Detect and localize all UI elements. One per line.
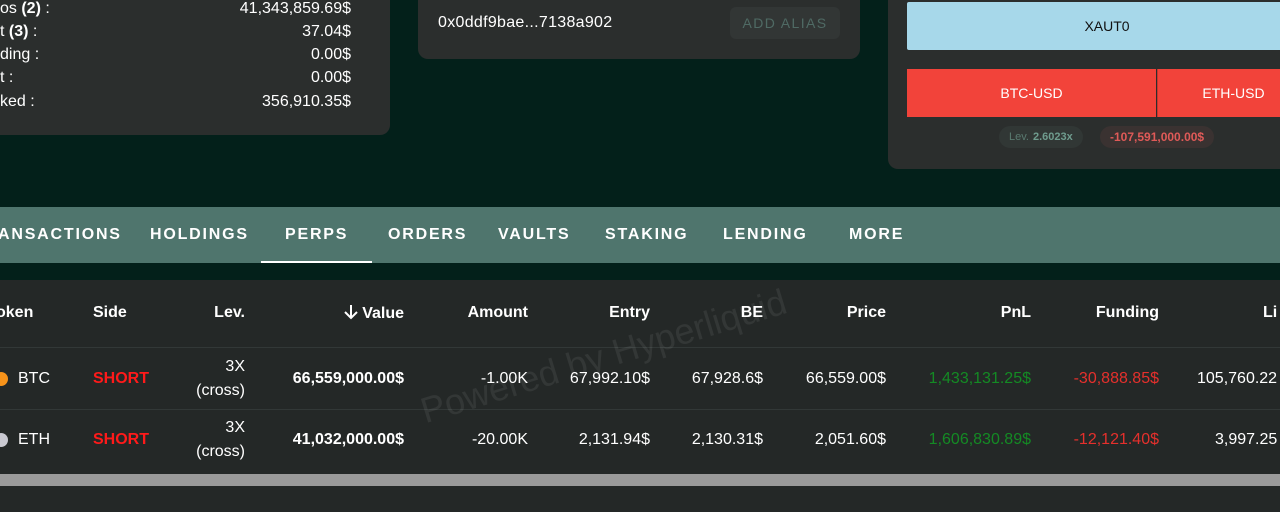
leverage-multiplier: 3X: [225, 358, 245, 375]
summary-value: 0.00$: [310, 69, 351, 86]
summary-row: ked : 356,910.35$: [0, 93, 351, 117]
tab-staking[interactable]: STAKING: [605, 207, 688, 263]
page: os (2) : 41,343,859.69$ t (3) : 37.04$ d…: [0, 0, 1280, 512]
summary-row: t : 0.00$: [0, 69, 351, 93]
leverage-multiplier: 3X: [225, 419, 245, 436]
eth-usd-button[interactable]: ETH-USD: [1157, 69, 1280, 117]
summary-value: 37.04$: [302, 23, 351, 40]
eth-icon: [0, 433, 8, 447]
tab-holdings[interactable]: HOLDINGS: [150, 207, 249, 263]
pnl-value: 1,606,830.89$: [928, 431, 1031, 448]
summary-label: t :: [0, 69, 14, 86]
header-liquidation[interactable]: Li: [1263, 304, 1277, 322]
market-panel: XAUT0 BTC-USD ETH-USD Lev. 2.6023x -107,…: [888, 0, 1280, 169]
liquidation-price: 105,760.22: [1197, 370, 1278, 387]
add-alias-button[interactable]: ADD ALIAS: [730, 7, 840, 39]
summary-label: ding :: [0, 46, 40, 63]
tab-more[interactable]: MORE: [849, 207, 904, 263]
horizontal-scrollbar[interactable]: [0, 474, 1280, 486]
summary-label: ked :: [0, 93, 35, 110]
summary-value: 356,910.35$: [262, 93, 351, 110]
pnl-value: 1,433,131.25$: [928, 370, 1031, 387]
tab-vaults[interactable]: VAULTS: [498, 207, 570, 263]
position-value: 66,559,000.00$: [292, 370, 404, 387]
btc-usd-button[interactable]: BTC-USD: [907, 69, 1156, 117]
breakeven-price: 2,130.31$: [691, 431, 763, 448]
summary-label: t (3) :: [0, 23, 38, 40]
header-amount[interactable]: Amount: [468, 304, 528, 322]
wallet-address: 0x0ddf9bae...7138a902: [438, 14, 613, 31]
position-value: 41,032,000.00$: [292, 431, 404, 448]
funding-value: -30,888.85$: [1073, 370, 1159, 387]
tab-transactions[interactable]: ANSACTIONS: [0, 207, 122, 263]
token-name: BTC: [18, 370, 50, 387]
row-divider: [0, 347, 1280, 348]
position-amount: -1.00K: [480, 370, 528, 387]
header-lev[interactable]: Lev.: [214, 304, 245, 322]
summary-row: t (3) : 37.04$: [0, 23, 351, 47]
header-value[interactable]: Value: [343, 304, 404, 323]
liquidation-price: 3,997.25: [1215, 431, 1278, 448]
mark-price: 2,051.60$: [814, 431, 886, 448]
table-footer: [0, 486, 1280, 512]
leverage-mode: (cross): [196, 382, 245, 399]
header-value-label: Value: [362, 305, 404, 322]
summary-label: os (2) :: [0, 0, 50, 17]
sort-down-arrow-icon: [344, 305, 358, 320]
btc-icon: [0, 372, 8, 386]
header-token[interactable]: oken: [0, 304, 33, 322]
row-divider: [0, 409, 1280, 410]
leverage-mode: (cross): [196, 443, 245, 460]
token-name: ETH: [18, 431, 50, 448]
header-price[interactable]: Price: [847, 304, 886, 322]
xaut-button[interactable]: XAUT0: [907, 2, 1280, 50]
summary-row: ding : 0.00$: [0, 46, 351, 70]
leverage-value: 2.6023x: [1032, 131, 1073, 143]
position-amount: -20.00K: [471, 431, 528, 448]
mark-price: 66,559.00$: [805, 370, 886, 387]
tab-orders[interactable]: ORDERS: [388, 207, 467, 263]
side-value: SHORT: [93, 431, 149, 448]
side-value: SHORT: [93, 370, 149, 387]
header-be[interactable]: BE: [741, 304, 763, 322]
header-funding[interactable]: Funding: [1096, 304, 1159, 322]
wallet-address-panel: 0x0ddf9bae...7138a902 ADD ALIAS: [418, 0, 860, 59]
tab-lending[interactable]: LENDING: [723, 207, 808, 263]
summary-value: 0.00$: [310, 46, 351, 63]
tab-perps[interactable]: PERPS: [260, 207, 373, 263]
leverage-label: Lev.: [1009, 131, 1029, 143]
leverage-badge: Lev. 2.6023x: [999, 126, 1083, 148]
summary-row: os (2) : 41,343,859.69$: [0, 0, 351, 24]
tabs-bar: ANSACTIONS HOLDINGS PERPS ORDERS VAULTS …: [0, 207, 1280, 263]
header-pnl[interactable]: PnL: [1001, 304, 1031, 322]
entry-price: 2,131.94$: [578, 431, 650, 448]
entry-price: 67,992.10$: [569, 370, 650, 387]
breakeven-price: 67,928.6$: [691, 370, 763, 387]
funding-value: -12,121.40$: [1073, 431, 1159, 448]
portfolio-summary-panel: os (2) : 41,343,859.69$ t (3) : 37.04$ d…: [0, 0, 390, 135]
summary-value: 41,343,859.69$: [239, 0, 351, 17]
header-entry[interactable]: Entry: [609, 304, 650, 322]
pnl-badge: -107,591,000.00$: [1100, 126, 1215, 148]
header-side[interactable]: Side: [93, 304, 127, 322]
